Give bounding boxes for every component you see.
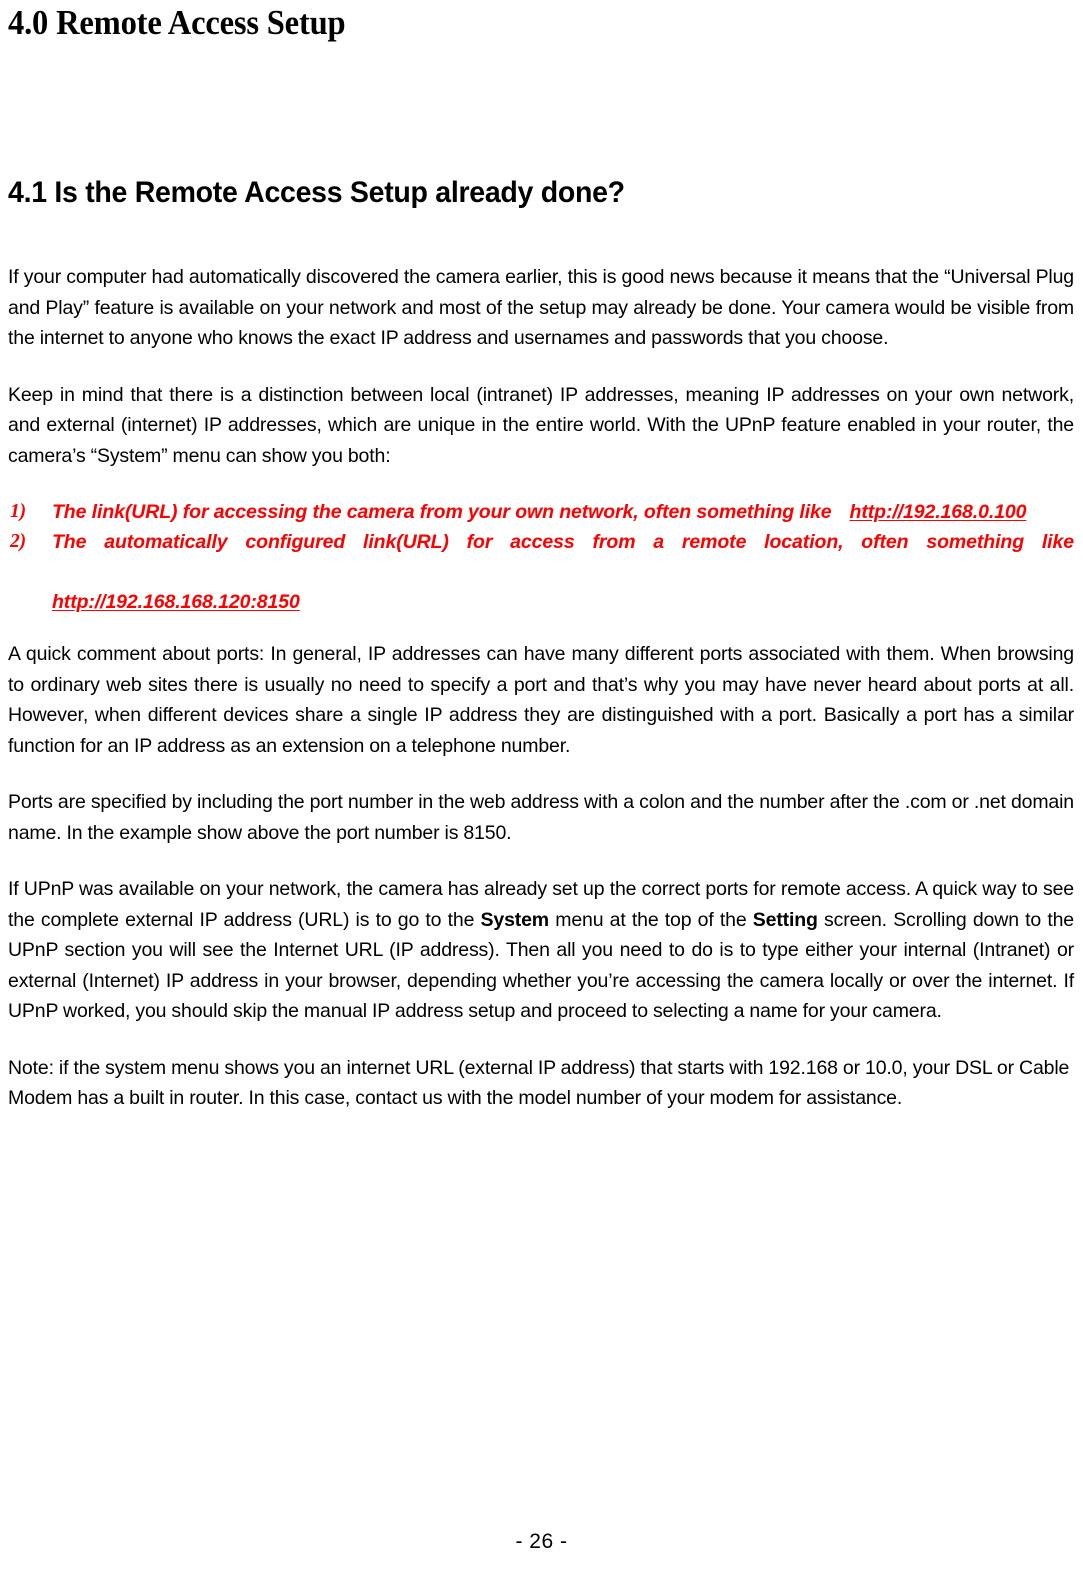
- list-item-text: The automatically configured link(URL) f…: [52, 531, 1074, 553]
- document-page: 4.0 Remote Access Setup 4.1 Is the Remot…: [0, 0, 1083, 1572]
- paragraph-ports-specified: Ports are specified by including the por…: [8, 791, 1074, 844]
- upnp-text-part-2: menu at the top of the: [549, 908, 753, 931]
- paragraph-intro: If your computer had automatically disco…: [8, 266, 1074, 349]
- local-url-link[interactable]: http://192.168.0.100: [850, 501, 1027, 523]
- list-marker: 1): [10, 501, 27, 522]
- list-item: 1) The link(URL) for accessing the camera…: [8, 497, 1074, 527]
- list-marker: 2): [10, 531, 27, 552]
- paragraph-note: Note: if the system menu shows you an in…: [8, 1056, 1070, 1110]
- list-item: 2) The automatically configured link(URL…: [8, 527, 1074, 617]
- setting-screen-label: Setting: [752, 908, 818, 931]
- body-content: If your computer had automatically disco…: [8, 262, 1074, 1140]
- page-number-footer: - 26 -: [515, 1530, 568, 1553]
- remote-url-link[interactable]: http://192.168.168.120:8150: [52, 591, 300, 613]
- chapter-heading: 4.0 Remote Access Setup: [8, 3, 346, 42]
- paragraph-upnp: If UPnP was available on your network, t…: [8, 874, 1074, 1027]
- paragraph-distinction: Keep in mind that there is a distinction…: [8, 383, 1074, 467]
- paragraph-ports-comment: A quick comment about ports: In general,…: [8, 643, 1074, 757]
- url-example-list: 1) The link(URL) for accessing the camera…: [8, 497, 1074, 617]
- system-menu-label: System: [480, 908, 550, 931]
- section-heading: 4.1 Is the Remote Access Setup already d…: [8, 176, 625, 209]
- list-item-url-line: http://192.168.168.120:8150: [52, 587, 1074, 617]
- list-item-text: The link(URL) for accessing the camera f…: [52, 501, 832, 523]
